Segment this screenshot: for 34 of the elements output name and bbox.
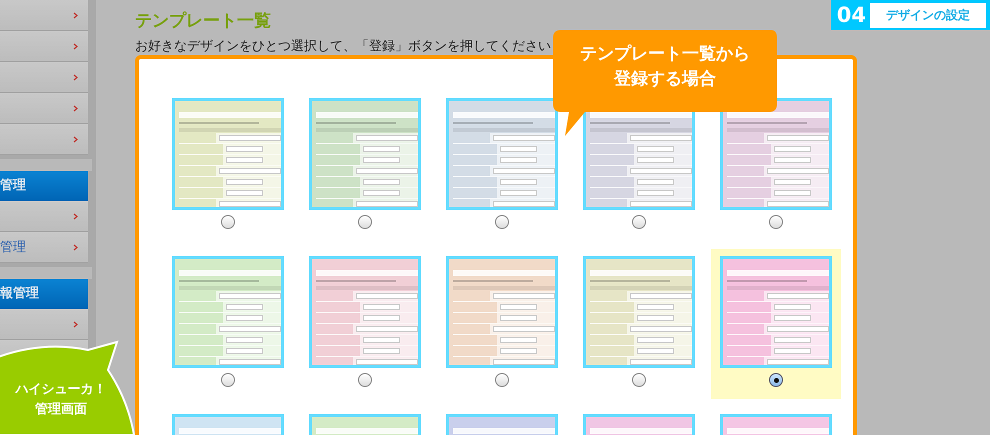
sidebar-section-header: 報管理	[0, 279, 88, 309]
radio-button[interactable]	[495, 373, 509, 387]
chevron-icon	[73, 320, 78, 328]
sidebar-item[interactable]	[0, 31, 88, 62]
chevron-icon	[73, 74, 78, 80]
callout-tooltip-text: テンプレート一覧から 登録する場合	[579, 43, 751, 91]
radio-button[interactable]	[358, 215, 372, 229]
sidebar-item[interactable]	[0, 124, 88, 155]
sidebar-item[interactable]	[0, 0, 88, 31]
chevron-icon	[73, 136, 78, 142]
sidebar-item[interactable]	[0, 309, 88, 340]
radio-button[interactable]	[495, 215, 509, 229]
chevron-icon	[73, 212, 78, 220]
sidebar-item[interactable]	[0, 62, 88, 93]
radio-button[interactable]	[358, 373, 372, 387]
radio-button[interactable]	[221, 215, 235, 229]
step-number: 04	[836, 3, 866, 27]
chevron-icon	[73, 12, 78, 18]
radio-button[interactable]	[632, 373, 646, 387]
sidebar-item[interactable]	[0, 93, 88, 124]
sidebar-item[interactable]	[0, 201, 88, 232]
radio-button[interactable]	[221, 373, 235, 387]
radio-button[interactable]	[632, 215, 646, 229]
chevron-icon	[73, 244, 78, 250]
radio-button[interactable]	[769, 215, 783, 229]
step-label: デザインの設定	[870, 2, 986, 28]
page-title: テンプレート一覧	[135, 10, 272, 32]
chevron-icon	[73, 42, 78, 50]
radio-button[interactable]	[769, 373, 783, 387]
sidebar-section-header: 管理	[0, 171, 88, 201]
speech-bubble-tooltip-text: ハイシューカ！ 管理画面	[14, 381, 108, 419]
chevron-icon	[73, 104, 78, 112]
instruction-text: お好きなデザインをひとつ選択して、「登録」ボタンを押してください	[135, 38, 551, 55]
sidebar-item[interactable]: 管理	[0, 232, 88, 263]
